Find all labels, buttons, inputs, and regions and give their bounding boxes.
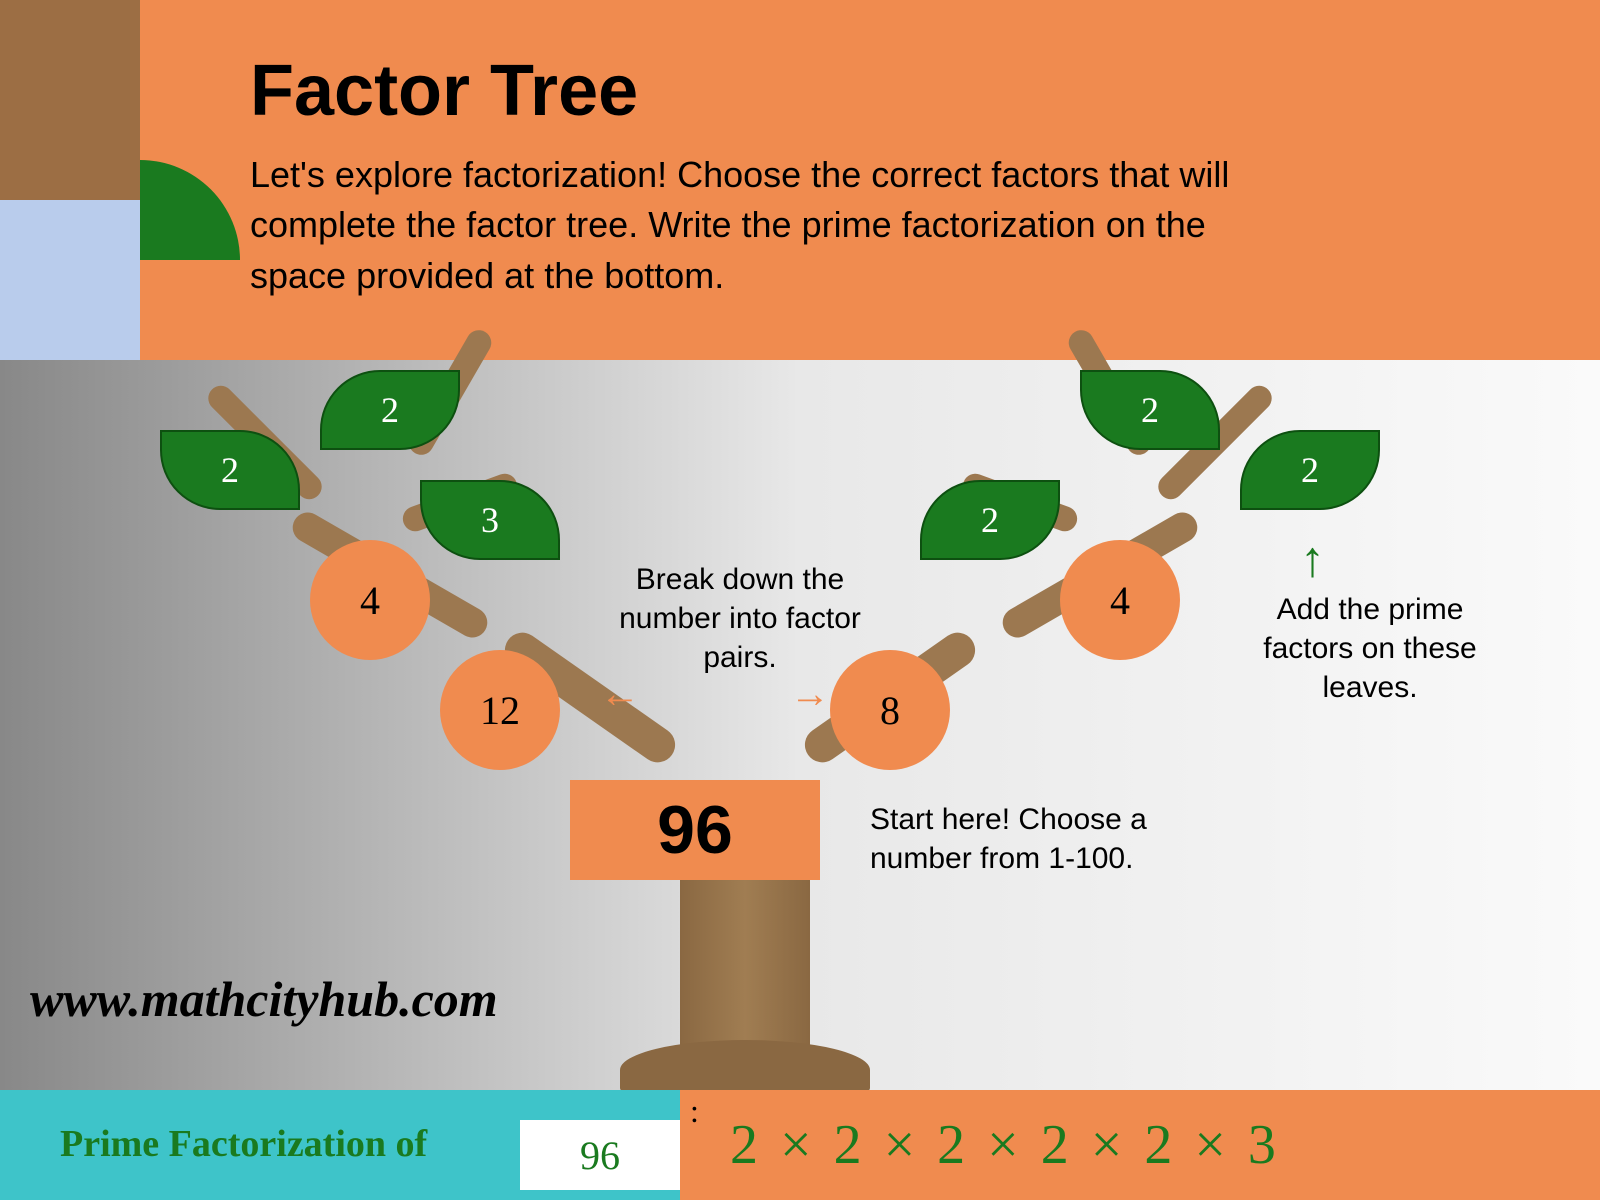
prime-leaf: 2 (320, 370, 460, 450)
prime-leaf: 3 (420, 480, 560, 560)
corner-decoration-blue (0, 200, 140, 360)
factor-node: 12 (440, 650, 560, 770)
footer-colon: : (690, 1093, 699, 1130)
watermark-url: www.mathcityhub.com (30, 970, 498, 1028)
hint-leaves: Add the prime factors on these leaves. (1230, 590, 1510, 707)
footer-bar: Prime Factorization of 2 × 2 × 2 × 2 × 2… (0, 1090, 1600, 1200)
hint-start: Start here! Choose a number from 1-100. (870, 800, 1220, 878)
arrow-up-icon: ↑ (1300, 530, 1325, 588)
prime-leaf: 2 (1240, 430, 1380, 510)
factor-node: 4 (310, 540, 430, 660)
hint-breakdown: Break down the number into factor pairs. (590, 560, 890, 677)
prime-leaf: 2 (920, 480, 1060, 560)
arrow-right-icon: → (790, 670, 830, 717)
quarter-circle-decoration (140, 160, 240, 260)
root-number: 96 (570, 780, 820, 880)
corner-decoration-brown (0, 0, 140, 200)
page-subtitle: Let's explore factorization! Choose the … (250, 150, 1300, 301)
footer-number-box: 96 (520, 1120, 680, 1190)
arrow-left-icon: ← (600, 670, 640, 717)
footer-label: Prime Factorization of (60, 1124, 427, 1166)
factor-node: 4 (1060, 540, 1180, 660)
footer-result: 2 × 2 × 2 × 2 × 2 × 3 (680, 1090, 1600, 1200)
page-title: Factor Tree (250, 50, 638, 132)
prime-leaf: 2 (1080, 370, 1220, 450)
